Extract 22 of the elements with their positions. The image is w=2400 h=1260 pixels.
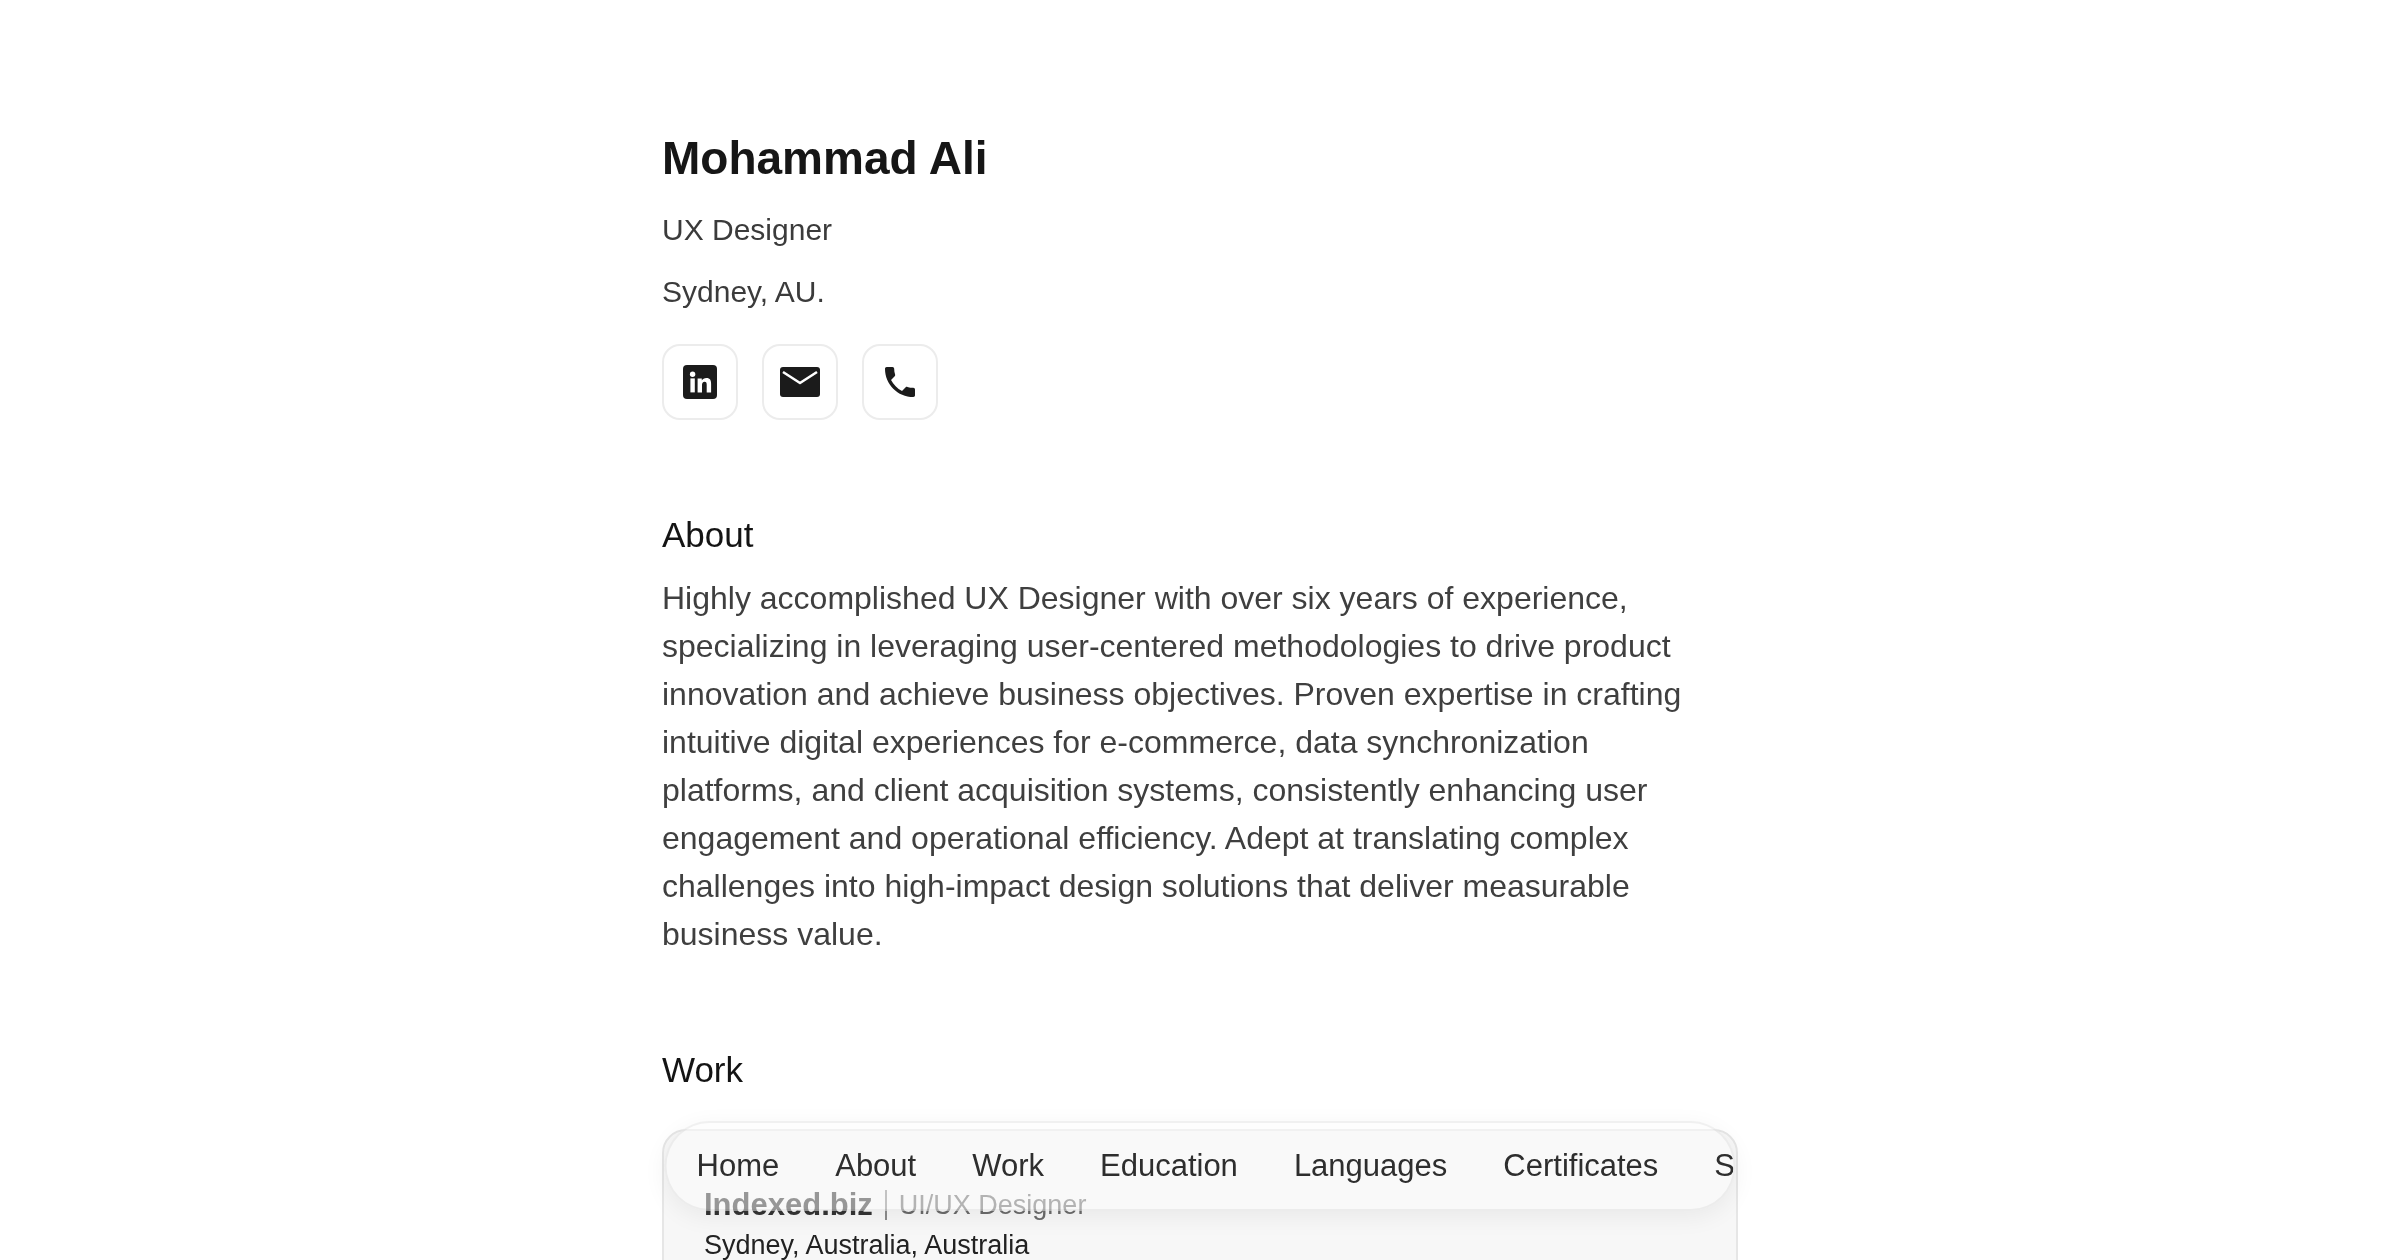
envelope-icon (780, 367, 820, 397)
nav-link[interactable]: S (1714, 1149, 1734, 1183)
job-title: UX Designer (662, 212, 833, 248)
phone-link[interactable] (862, 344, 938, 420)
linkedin-icon (683, 365, 717, 399)
profile-name: Mohammad Ali (662, 131, 988, 186)
nav-link[interactable]: Work (972, 1149, 1044, 1183)
job-location: Sydney, Australia, Australia (704, 1229, 1030, 1260)
nav-link[interactable]: Languages (1293, 1149, 1448, 1183)
company-name: Indexed.biz (704, 1188, 873, 1222)
section-heading: Work (662, 1049, 744, 1091)
job-role: UI/UX Designer (898, 1189, 1087, 1222)
phone-icon (885, 367, 915, 397)
nav-link[interactable]: Certificates (1503, 1149, 1659, 1183)
linkedin-link[interactable] (662, 344, 738, 420)
section-heading: About (662, 514, 754, 556)
nav-link[interactable]: About (835, 1149, 917, 1183)
nav-link[interactable]: Education (1100, 1149, 1238, 1183)
about-text: Highly accomplished UX Designer with over six years of experience, specializing in leveraging user-centered methodologies to drive product innovation and achieve business objectives. Proven expertise in crafting intuitive digital experiences for e-commerce, data synchronization platforms, and client acquisition systems, consistently enhancing user engagement and operational efficiency. Adept at translating complex challenges into high-impact design solutions that deliver measurable business value. (662, 579, 1683, 954)
email-link[interactable] (762, 344, 838, 420)
nav-link[interactable]: Home (696, 1149, 780, 1183)
location-text: Sydney, AU. (662, 274, 825, 310)
